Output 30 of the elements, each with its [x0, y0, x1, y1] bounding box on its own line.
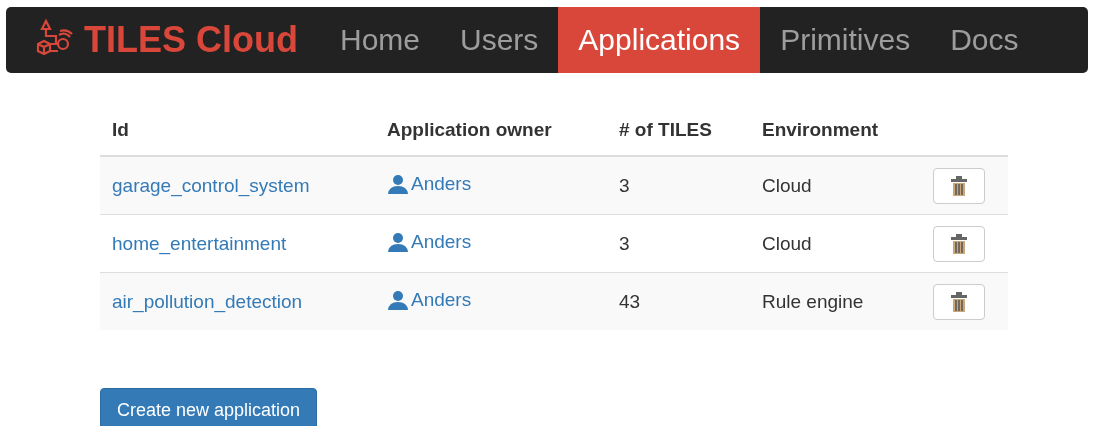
- table-cell: Cloud: [762, 232, 812, 254]
- table-cell: 43: [619, 290, 641, 312]
- nav-tab[interactable]: Home: [320, 7, 440, 73]
- nav-tab[interactable]: Users: [440, 7, 559, 73]
- user-icon: [387, 289, 409, 310]
- delete-button[interactable]: [933, 283, 985, 320]
- column-header: Environment: [762, 119, 879, 140]
- nav-tab[interactable]: Applications: [558, 7, 761, 73]
- column-header: Id: [112, 119, 129, 140]
- owner-link[interactable]: Anders: [387, 172, 472, 195]
- table-cell: 3: [619, 174, 630, 196]
- table-cell: Rule engine: [762, 290, 864, 312]
- column-header: Application owner: [387, 119, 552, 140]
- nav-tab[interactable]: Primitives: [760, 7, 931, 73]
- owner-link[interactable]: Anders: [387, 288, 472, 311]
- table-cell: Cloud: [762, 174, 812, 196]
- application-link[interactable]: home_entertainment: [112, 232, 287, 254]
- create-application-button[interactable]: Create new application: [100, 388, 318, 426]
- trash-icon: [951, 175, 967, 196]
- delete-button[interactable]: [933, 167, 985, 204]
- user-icon: [387, 231, 409, 252]
- table-cell: 3: [619, 232, 630, 254]
- trash-icon: [951, 233, 967, 254]
- delete-button[interactable]: [933, 225, 985, 262]
- column-header: # of TILES: [619, 119, 712, 140]
- trash-icon: [951, 291, 967, 312]
- nav-tab[interactable]: Docs: [930, 7, 1039, 73]
- brand-title[interactable]: TILES Cloud: [84, 19, 298, 61]
- owner-link[interactable]: Anders: [387, 230, 472, 253]
- user-icon: [387, 173, 409, 194]
